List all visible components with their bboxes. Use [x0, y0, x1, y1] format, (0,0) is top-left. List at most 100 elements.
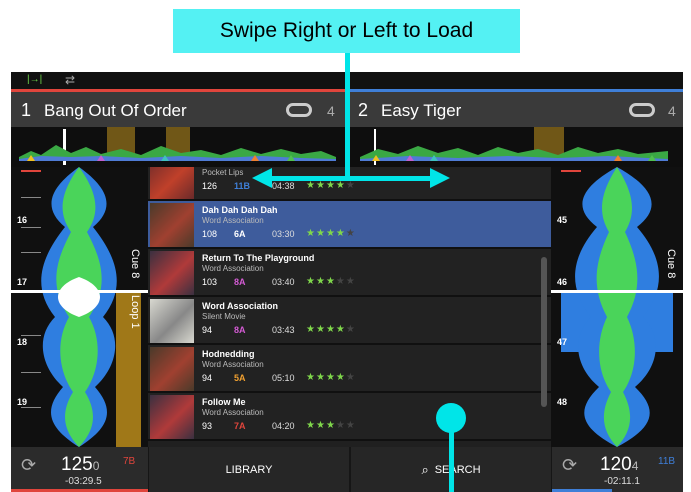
- tap-pointer-line: [449, 430, 454, 492]
- search-button-label: SEARCH: [434, 463, 481, 476]
- swipe-arrow-line: [270, 176, 435, 181]
- track-bpm: 93: [202, 421, 213, 431]
- track-key: 6A: [234, 229, 246, 239]
- track-title: Follow Me: [202, 397, 246, 407]
- library-button[interactable]: LIBRARY: [149, 447, 349, 492]
- track-row[interactable]: Follow Me Word Association 93 7A 04:20 ★★★★★: [148, 393, 551, 441]
- loop-icon: [286, 103, 312, 117]
- arrow-right-icon: [430, 168, 450, 188]
- star-icon: ★: [315, 324, 326, 335]
- callout-pointer-line: [345, 53, 350, 178]
- track-browser[interactable]: Easy TigerPocket Lips12611B04:38★★★★★Dah…: [148, 167, 551, 447]
- star-icon: ★: [345, 276, 356, 287]
- callout-text: Swipe Right or Left to Load: [219, 19, 474, 42]
- deck2-scrolling-waveform[interactable]: 45 46 47 48 Cue 8: [551, 167, 683, 447]
- star-icon: ★: [345, 324, 356, 335]
- star-icon: ★: [325, 228, 336, 239]
- deck1-track-title: Bang Out Of Order: [44, 101, 187, 120]
- track-rating: ★★★★★: [306, 180, 356, 191]
- album-art: [150, 251, 194, 295]
- track-key: 7A: [234, 421, 246, 431]
- browser-scrollbar[interactable]: [541, 257, 547, 407]
- star-icon: ★: [325, 276, 336, 287]
- sync-icon[interactable]: ⟳: [562, 455, 577, 476]
- star-icon: ★: [315, 420, 326, 431]
- repeat-icon: ⇄: [65, 73, 76, 87]
- deck1-output-icon: |→|: [27, 74, 43, 85]
- star-icon: ★: [315, 180, 326, 191]
- star-icon: ★: [325, 372, 336, 383]
- sync-icon[interactable]: ⟳: [21, 455, 36, 476]
- deck1-overview-waveform[interactable]: [11, 127, 347, 167]
- track-row[interactable]: Dah Dah Dah Dah Word Association 108 6A 03:3…: [148, 201, 551, 249]
- track-key: 5A: [234, 373, 246, 383]
- star-icon: ★: [315, 228, 326, 239]
- star-icon: ★: [325, 324, 336, 335]
- track-rating: ★★★★★: [306, 420, 356, 431]
- track-artist: Silent Movie: [202, 312, 246, 321]
- deck2-tempo-panel[interactable]: ⟳ 1204 -02:11.1 11B: [552, 447, 683, 492]
- star-icon: ★: [325, 180, 336, 191]
- deck2-number: 2: [358, 100, 369, 120]
- track-duration: 03:30: [272, 229, 295, 239]
- deck1-key-badge: 7B: [123, 456, 136, 467]
- track-key: 8A: [234, 277, 246, 287]
- track-duration: 04:38: [272, 181, 295, 191]
- track-duration: 03:40: [272, 277, 295, 287]
- star-icon: ★: [306, 228, 316, 239]
- track-title: Word Association: [202, 301, 279, 311]
- star-icon: ★: [335, 228, 346, 239]
- deck1-tempo-panel[interactable]: ⟳ 1250 -03:29.5 7B: [11, 447, 148, 492]
- deck1-beat-marker: 17: [17, 277, 28, 287]
- track-row[interactable]: Hodnedding Word Association 94 5A 05:10 ★★★★★: [148, 345, 551, 393]
- deck1-cue-label: Cue 8: [129, 249, 141, 279]
- star-icon: ★: [345, 228, 356, 239]
- star-icon: ★: [345, 420, 356, 431]
- deck2-track-title: Easy Tiger: [381, 101, 462, 120]
- star-icon: ★: [345, 180, 356, 191]
- track-artist: Word Association: [202, 360, 264, 369]
- star-icon: ★: [335, 180, 346, 191]
- track-bpm: 126: [202, 181, 218, 191]
- track-rating: ★★★★★: [306, 372, 356, 383]
- album-art: [150, 395, 194, 439]
- deck2-beat-marker: 48: [557, 397, 568, 407]
- track-duration: 04:20: [272, 421, 295, 431]
- track-title: Hodnedding: [202, 349, 255, 359]
- track-artist: Word Association: [202, 216, 264, 225]
- star-icon: ★: [345, 372, 356, 383]
- album-art: [150, 347, 194, 391]
- deck2-beat-marker: 47: [557, 337, 568, 347]
- track-bpm: 94: [202, 373, 213, 383]
- deck2-overview-waveform[interactable]: [348, 127, 683, 167]
- deck2-cue-label: Cue 8: [665, 249, 677, 279]
- star-icon: ★: [306, 180, 316, 191]
- deck2-remaining-time: -02:11.1: [604, 476, 640, 487]
- star-icon: ★: [335, 276, 346, 287]
- deck2-key-badge: 11B: [658, 456, 676, 467]
- track-bpm: 94: [202, 325, 213, 335]
- deck2-tempo: 1204: [600, 454, 639, 475]
- deck2-header[interactable]: 2 Easy Tiger 4: [348, 92, 683, 127]
- track-key: 11B: [234, 181, 251, 191]
- track-bpm: 103: [202, 277, 218, 287]
- star-icon: ★: [306, 276, 316, 287]
- deck1-beat-marker: 16: [17, 215, 28, 225]
- track-key: 8A: [234, 325, 246, 335]
- deck1-header[interactable]: 1 Bang Out Of Order 4: [11, 92, 347, 127]
- track-title: Return To The Playground: [202, 253, 315, 263]
- album-art: [150, 167, 194, 199]
- track-duration: 05:10: [272, 373, 295, 383]
- deck1-scrolling-waveform[interactable]: 16 17 18 19 Cue 8 Loop 1: [11, 167, 148, 447]
- track-bpm: 108: [202, 229, 218, 239]
- track-row[interactable]: Return To The Playground Word Association…: [148, 249, 551, 297]
- track-row[interactable]: Word Association Silent Movie 94 8A 03:43 ★★★…: [148, 297, 551, 345]
- track-duration: 03:43: [272, 325, 295, 335]
- track-artist: Word Association: [202, 408, 264, 417]
- track-artist: Word Association: [202, 264, 264, 273]
- track-rating: ★★★★★: [306, 276, 356, 287]
- deck1-tempo: 1250: [61, 454, 100, 475]
- loop-icon: [629, 103, 655, 117]
- star-icon: ★: [325, 420, 336, 431]
- deck2-beat-marker: 46: [557, 277, 568, 287]
